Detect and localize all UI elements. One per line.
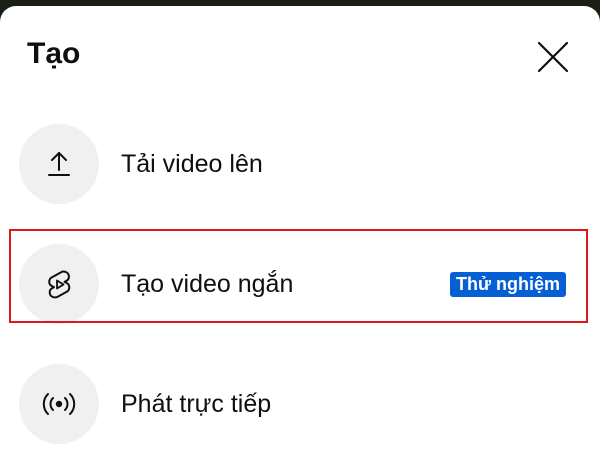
experimental-badge: Thử nghiệm — [450, 272, 567, 297]
sheet-title: Tạo — [27, 37, 81, 70]
close-button[interactable] — [530, 34, 576, 80]
live-icon-circle — [19, 364, 99, 444]
menu-item-label: Tạo video ngắn — [121, 270, 294, 298]
shorts-icon-circle — [19, 244, 99, 324]
upload-icon-circle — [19, 124, 99, 204]
shorts-icon — [48, 270, 71, 299]
live-broadcast-icon — [42, 393, 76, 415]
menu-item-label: Phát trực tiếp — [121, 390, 272, 418]
upload-icon — [48, 152, 70, 176]
menu-item-go-live[interactable]: Phát trực tiếp — [0, 362, 600, 446]
menu-item-upload-video[interactable]: Tải video lên — [0, 122, 600, 206]
menu-item-label: Tải video lên — [121, 150, 263, 178]
create-bottom-sheet: Tạo Tải video lên Tạo video ngắn Thử ngh… — [0, 6, 600, 466]
menu-item-create-short[interactable]: Tạo video ngắn Thử nghiệm — [0, 242, 600, 326]
close-icon — [537, 41, 569, 73]
